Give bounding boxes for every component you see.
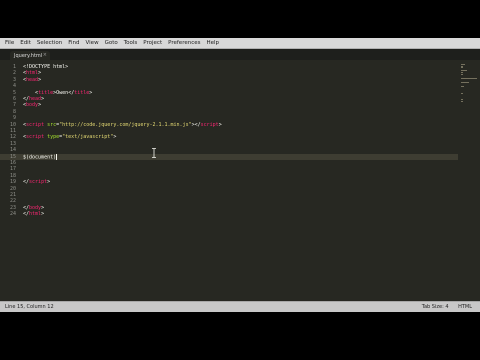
minimap-line — [461, 67, 463, 69]
line-number: 24 — [9, 211, 16, 218]
code-token: ></ — [191, 121, 201, 128]
tab-jquery-html[interactable]: Jquery.html × — [10, 51, 50, 60]
menu-item-tools[interactable]: Tools — [124, 38, 138, 49]
menu-item-find[interactable]: Find — [68, 38, 79, 49]
code-token: > — [113, 134, 117, 141]
code-token: script — [26, 121, 45, 128]
minimap-line — [461, 86, 464, 88]
text-caret — [56, 153, 58, 160]
minimap-line — [461, 100, 463, 102]
code-token: head — [29, 96, 42, 102]
code-token: > — [38, 102, 42, 109]
code-token: head — [26, 76, 39, 83]
code-token: html — [26, 70, 39, 77]
minimap-line — [461, 92, 464, 94]
menu-item-goto[interactable]: Goto — [105, 38, 118, 49]
code-token: > — [41, 204, 45, 211]
code-token: > — [218, 121, 222, 128]
code-line[interactable]: 24 </html> — [0, 211, 458, 217]
code-token: > — [38, 70, 42, 77]
syntax-mode[interactable]: HTML — [458, 304, 472, 310]
minimap-line — [461, 78, 477, 80]
mouse-ibeam-icon — [152, 148, 156, 158]
code-token: > — [38, 76, 42, 83]
code-token: "http://code.jquery.com/jquery-2.1.1.min… — [59, 121, 192, 128]
minimap-line — [461, 73, 463, 75]
menu-item-selection[interactable]: Selection — [37, 38, 62, 49]
code-token: body — [26, 102, 39, 109]
menu-item-project[interactable]: Project — [143, 38, 162, 49]
menu-item-view[interactable]: View — [86, 38, 99, 49]
menu-item-file[interactable]: File — [5, 38, 14, 49]
menu-item-preferences[interactable]: Preferences — [168, 38, 200, 49]
code-token: > — [89, 89, 93, 96]
minimap[interactable] — [458, 60, 480, 301]
code-token: script — [26, 134, 45, 141]
code-token: script — [200, 121, 219, 128]
code-editor[interactable]: 1 <!DOCTYPE html> 2 <html> 3 <head> 4 5 <title>… — [0, 60, 458, 301]
cursor-position: Line 15, Column 12 — [5, 304, 54, 310]
code-token: "text/javascript" — [62, 134, 114, 141]
menu-bar: File Edit Selection Find View Goto Tools Projec… — [0, 38, 480, 49]
minimap-line — [461, 81, 469, 83]
code-token: <!DOCTYPE html> — [23, 64, 69, 70]
code-token: html — [29, 211, 42, 218]
code-token: body — [29, 204, 42, 211]
status-bar: Line 15, Column 12 Tab Size: 4 HTML — [0, 301, 480, 312]
line-code: </html> — [23, 211, 44, 217]
code-token: script — [29, 179, 48, 186]
menu-item-help[interactable]: Help — [206, 38, 219, 49]
tab-bar: Jquery.html × — [0, 49, 480, 60]
status-right: Tab Size: 4 HTML — [422, 304, 472, 310]
menu-item-edit[interactable]: Edit — [20, 38, 31, 49]
code-token: title — [74, 89, 90, 96]
close-icon[interactable]: × — [43, 52, 47, 58]
code-token: type — [47, 134, 60, 141]
code-token: > — [47, 179, 51, 186]
sublime-window: File Edit Selection Find View Goto Tools Projec… — [0, 38, 480, 312]
code-token: > — [41, 211, 45, 218]
tab-title: Jquery.html — [14, 52, 43, 59]
code-token: title — [38, 89, 54, 96]
code-token: src — [47, 121, 57, 128]
indent-setting[interactable]: Tab Size: 4 — [422, 304, 449, 310]
code-token: > — [41, 96, 45, 102]
code-token: Owen — [56, 89, 69, 96]
